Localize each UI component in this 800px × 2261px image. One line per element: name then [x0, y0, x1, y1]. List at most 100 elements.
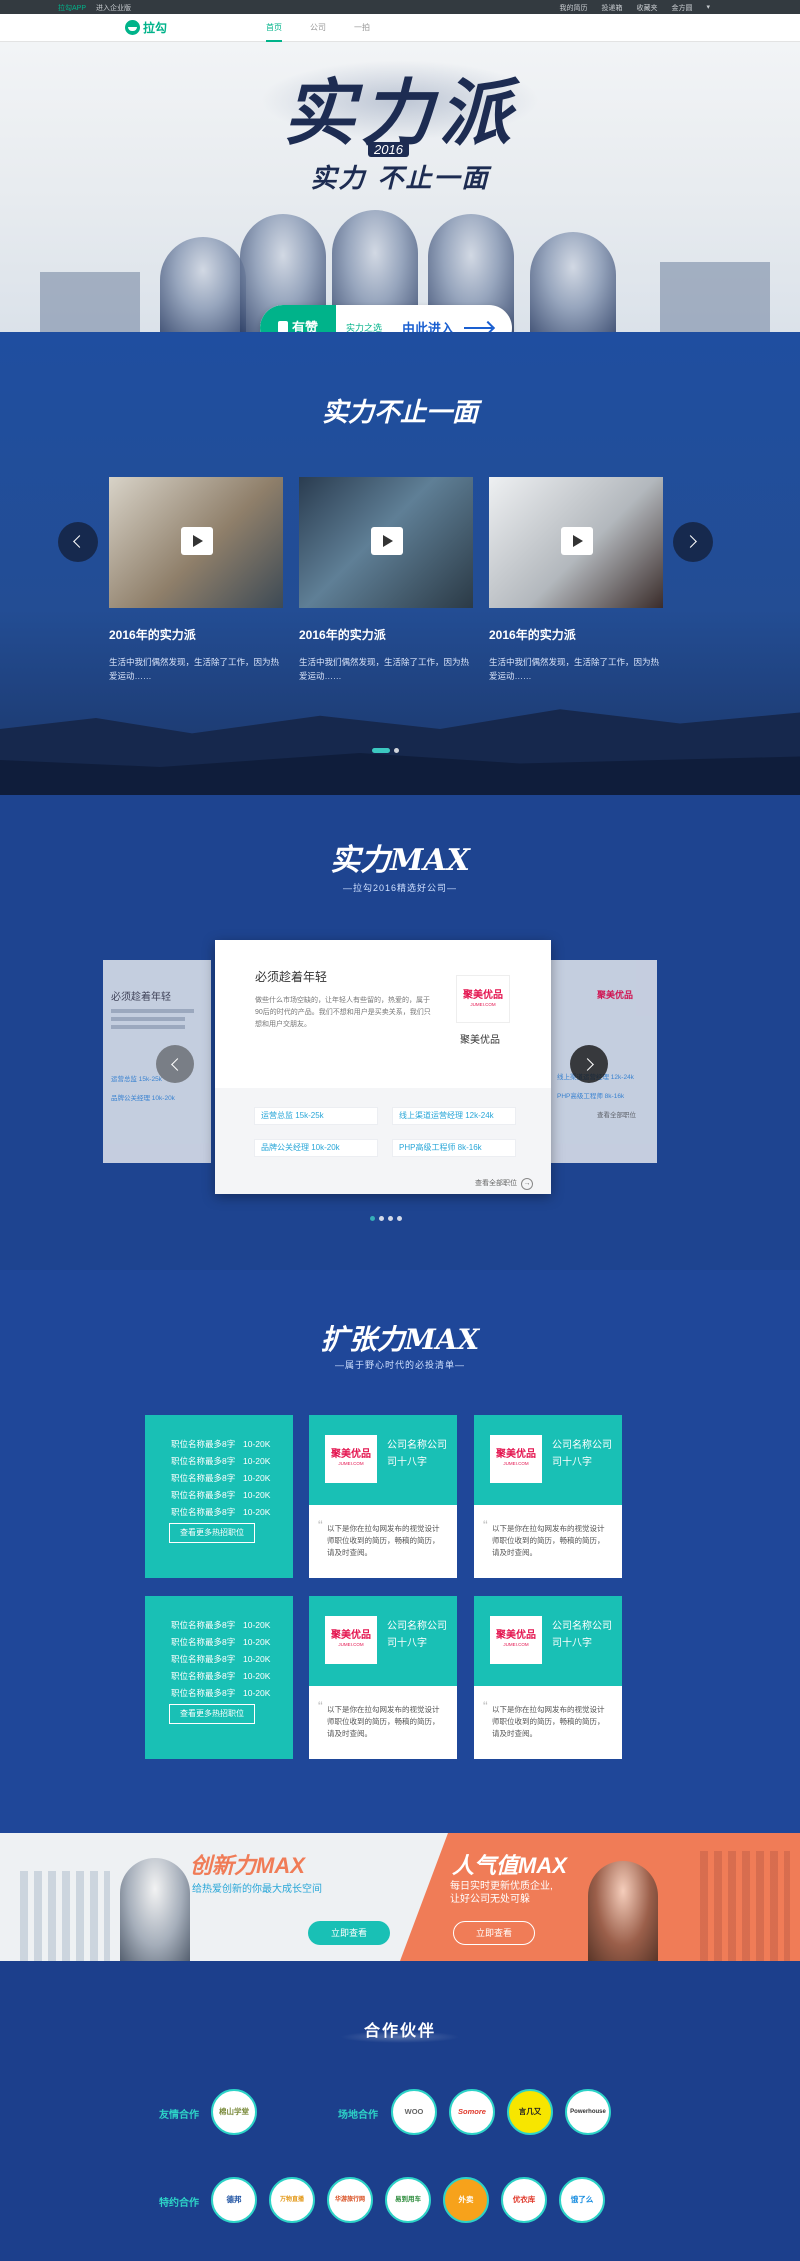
video-card[interactable]: 2016年的实力派 生活中我们偶然发现，生活除了工作，因为热爱运动…… — [489, 477, 663, 683]
text-placeholder-line — [111, 1009, 194, 1013]
hot-jobs-card: 职位名称最多8字 10-20K 职位名称最多8字 10-20K 职位名称最多8字 10… — [145, 1596, 293, 1759]
enterprise-link[interactable]: 进入企业版 — [96, 3, 131, 13]
arrow-right-icon — [464, 327, 492, 329]
carousel-dot[interactable] — [397, 1216, 402, 1221]
section-expansion: 扩张力MAX —属于野心时代的必投清单— 职位名称最多8字 10-20K 职位名称… — [0, 1270, 800, 1833]
job-link[interactable]: PHP高级工程师 8k-16k — [392, 1139, 516, 1157]
special-partner-label: 特约合作 — [159, 2198, 199, 2209]
company-card[interactable]: 聚美优品JUMEI.COM 公司名称公司司十八字 以下是你在拉勾网发布的视觉设计… — [474, 1415, 622, 1578]
carousel-dot[interactable] — [372, 748, 390, 753]
company-logo[interactable]: 聚美优品 JUMEI.COM — [490, 1435, 542, 1483]
job-link[interactable]: 运营总监 15k-25k — [254, 1107, 378, 1125]
section3-subtitle: —属于野心时代的必投清单— — [334, 1360, 465, 1370]
job-row[interactable]: 职位名称最多8字 10-20K — [171, 1504, 293, 1521]
company-logo[interactable]: 聚美优品 JUMEI.COM — [490, 1616, 542, 1664]
partner-logo[interactable]: Somore — [449, 2089, 495, 2135]
nav-yipai[interactable]: 一拍 — [354, 14, 370, 42]
card-title: 必须趁着年轻 — [255, 970, 328, 984]
company-card[interactable]: 聚美优品JUMEI.COM 公司名称公司司十八字 以下是你在拉勾网发布的视觉设计… — [309, 1596, 457, 1759]
company-quote: 以下是你在拉勾网发布的视觉设计师职位收到的简历，畅稿的简历，请及时查阅。 — [318, 1519, 445, 1559]
more-hot-jobs-button[interactable]: 查看更多热招职位 — [169, 1704, 255, 1724]
job-row[interactable]: 职位名称最多8字 10-20K — [171, 1453, 293, 1470]
section2-title: 实力MAX — [330, 843, 470, 878]
partner-logo[interactable]: 易到用车 — [385, 2177, 431, 2223]
carousel-dot[interactable] — [388, 1216, 393, 1221]
job-row[interactable]: 职位名称最多8字 10-20K — [171, 1634, 293, 1651]
video-card[interactable]: 2016年的实力派 生活中我们偶然发现，生活除了工作，因为热爱运动…… — [109, 477, 283, 683]
carousel-next-button[interactable] — [673, 522, 713, 562]
job-link[interactable]: 线上渠道运营经理 12k-24k — [392, 1107, 516, 1125]
video-desc: 生活中我们偶然发现，生活除了工作，因为热爱运动…… — [109, 657, 280, 681]
side-more-link[interactable]: 查看全部职位 — [597, 1109, 649, 1119]
resume-link[interactable]: 我的简历 — [559, 3, 587, 13]
section3-title: 扩张力MAX — [320, 1323, 480, 1356]
company-logo[interactable]: 聚美优品 JUMEI.COM — [325, 1435, 377, 1483]
job-row[interactable]: 职位名称最多8字 10-20K — [171, 1668, 293, 1685]
section2-subtitle: —拉勾2016精选好公司— — [342, 883, 458, 893]
nav-company[interactable]: 公司 — [310, 14, 326, 42]
company-card[interactable]: 聚美优品JUMEI.COM 公司名称公司司十八字 以下是你在拉勾网发布的视觉设计… — [309, 1415, 457, 1578]
popularity-view-button[interactable]: 立即查看 — [453, 1921, 535, 1945]
more-hot-jobs-button[interactable]: 查看更多热招职位 — [169, 1523, 255, 1543]
partner-logo[interactable]: 万物直播 — [269, 2177, 315, 2223]
partner-logo[interactable]: Powerhouse — [565, 2089, 611, 2135]
play-icon[interactable] — [561, 527, 593, 555]
user-menu[interactable]: 金方圆 — [671, 3, 692, 13]
company-name[interactable]: 公司名称公司司十八字 — [387, 1618, 449, 1652]
partner-logo[interactable]: 外卖 — [443, 2177, 489, 2223]
delivery-box-link[interactable]: 投递箱 — [601, 3, 622, 13]
friend-partner-label: 友情合作 — [159, 2110, 199, 2121]
company-name[interactable]: 聚美优品 — [460, 1031, 500, 1046]
carousel-dot[interactable] — [394, 748, 399, 753]
innovation-subtitle: 给热爱创新的你最大成长空间 — [192, 1884, 322, 1895]
video-thumbnail[interactable] — [109, 477, 283, 608]
company-card[interactable]: 聚美优品JUMEI.COM 公司名称公司司十八字 以下是你在拉勾网发布的视觉设计… — [474, 1596, 622, 1759]
job-row[interactable]: 职位名称最多8字 10-20K — [171, 1470, 293, 1487]
lagou-app-link[interactable]: 拉勾APP — [58, 3, 86, 13]
favorites-link[interactable]: 收藏夹 — [636, 3, 657, 13]
partner-logo[interactable]: 言几又 — [507, 2089, 553, 2135]
carousel-prev-button[interactable] — [156, 1045, 194, 1083]
play-icon[interactable] — [371, 527, 403, 555]
partner-logo[interactable]: 华游旅行网 — [327, 2177, 373, 2223]
venue-partner-label: 场地合作 — [338, 2110, 378, 2121]
main-nav: 拉勾 首页 公司 一拍 — [0, 14, 800, 42]
video-card[interactable]: 2016年的实力派 生活中我们偶然发现，生活除了工作，因为热爱运动…… — [299, 477, 473, 683]
lagou-logo-icon — [125, 20, 140, 35]
company-name[interactable]: 公司名称公司司十八字 — [387, 1437, 449, 1471]
job-row[interactable]: 职位名称最多8字 10-20K — [171, 1436, 293, 1453]
video-thumbnail[interactable] — [489, 477, 663, 608]
partner-logo[interactable]: WOO — [391, 2089, 437, 2135]
play-icon[interactable] — [181, 527, 213, 555]
company-logo[interactable]: 聚美优品 JUMEI.COM — [456, 975, 510, 1023]
nav-home[interactable]: 首页 — [266, 14, 282, 42]
side-job-tag[interactable]: 品牌公关经理 10k-20k — [111, 1092, 203, 1102]
logo[interactable]: 拉勾 — [125, 19, 167, 36]
job-row[interactable]: 职位名称最多8字 10-20K — [171, 1651, 293, 1668]
view-all-jobs-link[interactable]: 查看全部职位 — [475, 1178, 533, 1190]
innovation-view-button[interactable]: 立即查看 — [308, 1921, 390, 1945]
carousel-dots — [370, 1216, 402, 1221]
partner-logo[interactable]: 德邦 — [211, 2177, 257, 2223]
job-row[interactable]: 职位名称最多8字 10-20K — [171, 1685, 293, 1702]
company-name[interactable]: 公司名称公司司十八字 — [552, 1437, 614, 1471]
partner-logo[interactable]: 棉山学堂 — [211, 2089, 257, 2135]
job-row[interactable]: 职位名称最多8字 10-20K — [171, 1617, 293, 1634]
partner-logo[interactable]: 饿了么 — [559, 2177, 605, 2223]
hero-banner: 实力派 2016 实力 不止一面 — [0, 42, 800, 332]
carousel-prev-button[interactable] — [58, 522, 98, 562]
chevron-down-icon[interactable]: ▾ — [706, 3, 710, 13]
company-name[interactable]: 公司名称公司司十八字 — [552, 1618, 614, 1652]
side-job-tag[interactable]: PHP高级工程师 8k-16k — [557, 1090, 649, 1100]
top-utility-bar: 拉勾APP 进入企业版 我的简历 投递箱 收藏夹 金方圆 ▾ — [0, 0, 800, 14]
featured-company-card[interactable]: 必须趁着年轻 做些什么市场空缺的，让年轻人有些留的，热爱的，属于90后的时代的产… — [215, 940, 551, 1194]
company-logo[interactable]: 聚美优品 JUMEI.COM — [325, 1616, 377, 1664]
carousel-dot[interactable] — [370, 1216, 375, 1221]
popularity-subtitle: 每日实时更新优质企业, 让好公司无处可躲 — [450, 1881, 553, 1905]
carousel-next-button[interactable] — [570, 1045, 608, 1083]
partner-logo[interactable]: 优衣库 — [501, 2177, 547, 2223]
carousel-dot[interactable] — [379, 1216, 384, 1221]
video-thumbnail[interactable] — [299, 477, 473, 608]
job-link[interactable]: 品牌公关经理 10k-20k — [254, 1139, 378, 1157]
job-row[interactable]: 职位名称最多8字 10-20K — [171, 1487, 293, 1504]
